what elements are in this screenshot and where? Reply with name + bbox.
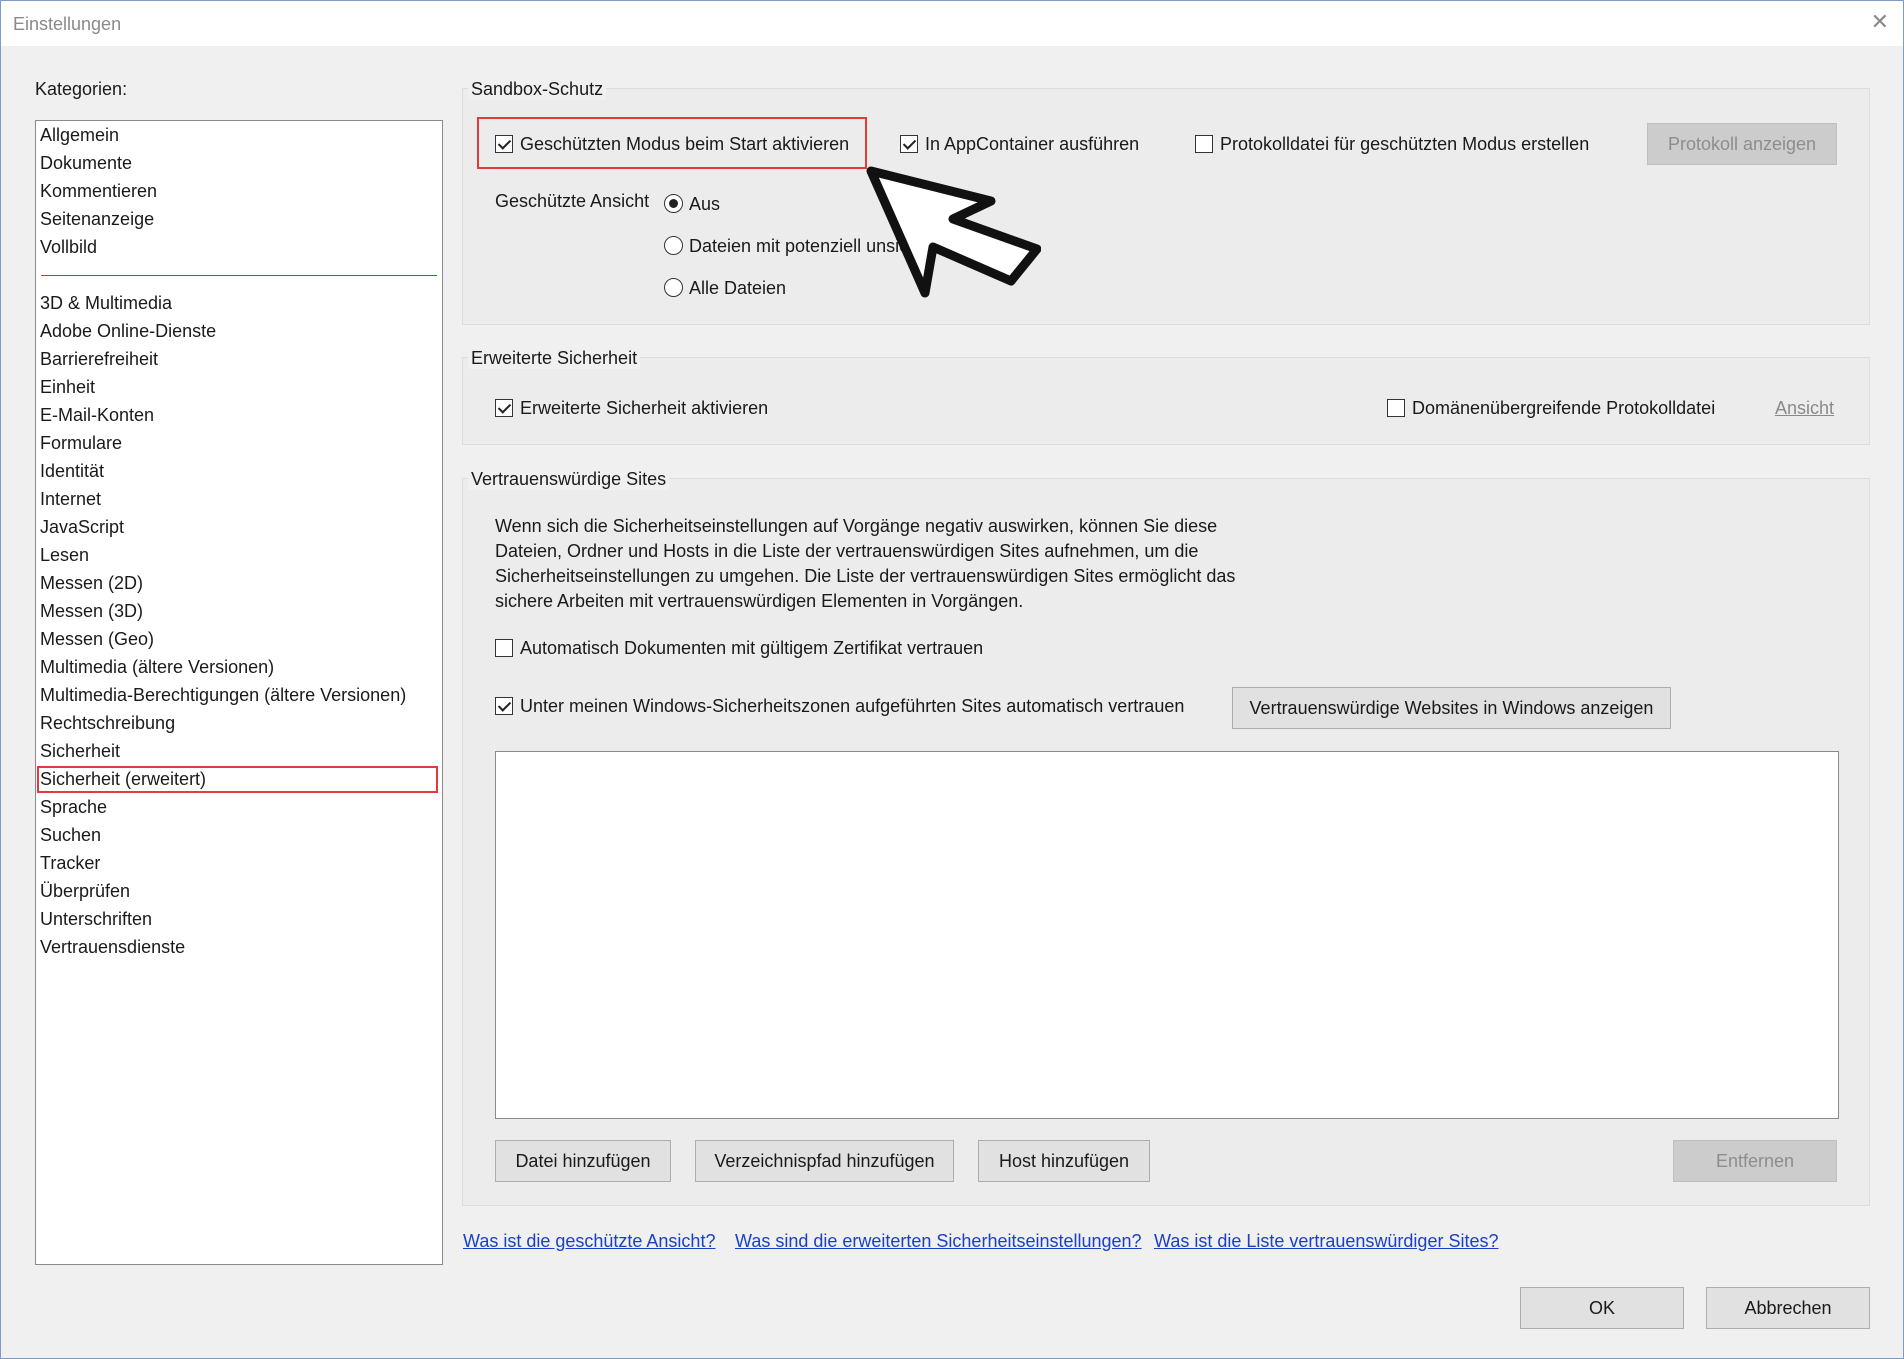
category-item[interactable]: Identität [40,461,104,482]
category-item[interactable]: Messen (2D) [40,573,143,594]
category-item[interactable]: Kommentieren [40,181,157,202]
category-item[interactable]: Seitenanzeige [40,209,154,230]
category-item[interactable]: Multimedia (ältere Versionen) [40,657,274,678]
category-item[interactable]: Internet [40,489,101,510]
protected-mode-highlight [477,117,867,169]
auto-cert-checkbox[interactable] [495,639,513,657]
category-item[interactable]: Adobe Online-Dienste [40,321,216,342]
category-item[interactable]: Sprache [40,797,107,818]
add-path-button[interactable]: Verzeichnispfad hinzufügen [695,1140,954,1182]
protected-view-unsafe-radio[interactable] [664,236,683,255]
logfile-label: Protokolldatei für geschützten Modus ers… [1220,134,1590,154]
categories-separator [41,275,437,276]
category-item[interactable]: JavaScript [40,517,124,538]
category-item[interactable]: Messen (3D) [40,601,143,622]
category-item[interactable]: Vertrauensdienste [40,937,185,958]
enhanced-security-title: Erweiterte Sicherheit [468,348,641,369]
category-item[interactable]: Lesen [40,545,89,566]
show-log-button[interactable]: Protokoll anzeigen [1647,123,1837,165]
add-file-button[interactable]: Datei hinzufügen [495,1140,671,1182]
crossdomain-log-label: Domänenübergreifende Protokolldatei [1412,398,1716,418]
cancel-button[interactable]: Abbrechen [1706,1287,1870,1329]
trusted-sites-list[interactable] [495,751,1839,1119]
show-windows-sites-button[interactable]: Vertrauenswürdige Websites in Windows an… [1232,687,1671,729]
help-link-enhanced-security[interactable]: Was sind die erweiterten Sicherheitseins… [735,1231,1142,1252]
crossdomain-view-link[interactable]: Ansicht [1775,398,1834,419]
category-item[interactable]: Allgemein [40,125,119,146]
category-item[interactable]: Barrierefreiheit [40,349,158,370]
categories-list[interactable]: Allgemein Dokumente Kommentieren Seitenanze… [35,120,443,1265]
category-item[interactable]: Sicherheit (erweitert) [40,769,206,790]
trusted-sites-description: Wenn sich die Sicherheitseinstellungen a… [495,516,1236,611]
auto-cert-label: Automatisch Dokumenten mit gültigem Zert… [520,638,984,658]
protected-view-off-radio[interactable] [664,194,683,213]
sandbox-group-title: Sandbox-Schutz [468,79,607,100]
windows-zones-checkbox[interactable] [495,697,513,715]
windows-zones-label: Unter meinen Windows-Sicherheitszonen au… [520,696,1185,716]
category-item[interactable]: E-Mail-Konten [40,405,154,426]
category-item[interactable]: Dokumente [40,153,132,174]
category-item[interactable]: 3D & Multimedia [40,293,172,314]
pointer-arrow-icon [866,166,1041,298]
appcontainer-checkbox[interactable] [900,135,918,153]
enhanced-security-checkbox[interactable] [495,399,513,417]
category-item[interactable]: Vollbild [40,237,97,258]
enhanced-security-label: Erweiterte Sicherheit aktivieren [520,398,769,418]
help-link-trusted-sites[interactable]: Was ist die Liste vertrauenswürdiger Sit… [1154,1231,1498,1252]
crossdomain-log-checkbox[interactable] [1387,399,1405,417]
category-item[interactable]: Messen (Geo) [40,629,154,650]
protected-view-label: Geschützte Ansicht [495,191,650,211]
appcontainer-label: In AppContainer ausführen [925,134,1140,154]
protected-view-off-label: Aus [689,194,721,214]
category-item[interactable]: Rechtschreibung [40,713,175,734]
protected-view-all-radio[interactable] [664,278,683,297]
help-link-protected-view[interactable]: Was ist die geschützte Ansicht? [463,1231,715,1252]
categories-label: Kategorien: [35,79,128,99]
settings-dialog: Einstellungen ✕ Kategorien: Allgemein Dok… [0,0,1904,1359]
category-item[interactable]: Formulare [40,433,122,454]
window-title: Einstellungen [13,14,122,34]
category-item[interactable]: Einheit [40,377,95,398]
category-item[interactable]: Überprüfen [40,881,130,902]
category-item[interactable]: Unterschriften [40,909,152,930]
add-host-button[interactable]: Host hinzufügen [978,1140,1150,1182]
category-item[interactable]: Sicherheit [40,741,120,762]
trusted-sites-title: Vertrauenswürdige Sites [468,469,670,490]
category-item[interactable]: Multimedia-Berechtigungen (ältere Versio… [40,685,406,706]
logfile-checkbox[interactable] [1195,135,1213,153]
protected-view-all-label: Alle Dateien [689,278,787,298]
category-item[interactable]: Tracker [40,853,100,874]
ok-button[interactable]: OK [1520,1287,1684,1329]
close-icon[interactable]: ✕ [1871,9,1889,35]
remove-button[interactable]: Entfernen [1673,1140,1837,1182]
title-bar: Einstellungen ✕ [1,1,1903,46]
category-item[interactable]: Suchen [40,825,101,846]
